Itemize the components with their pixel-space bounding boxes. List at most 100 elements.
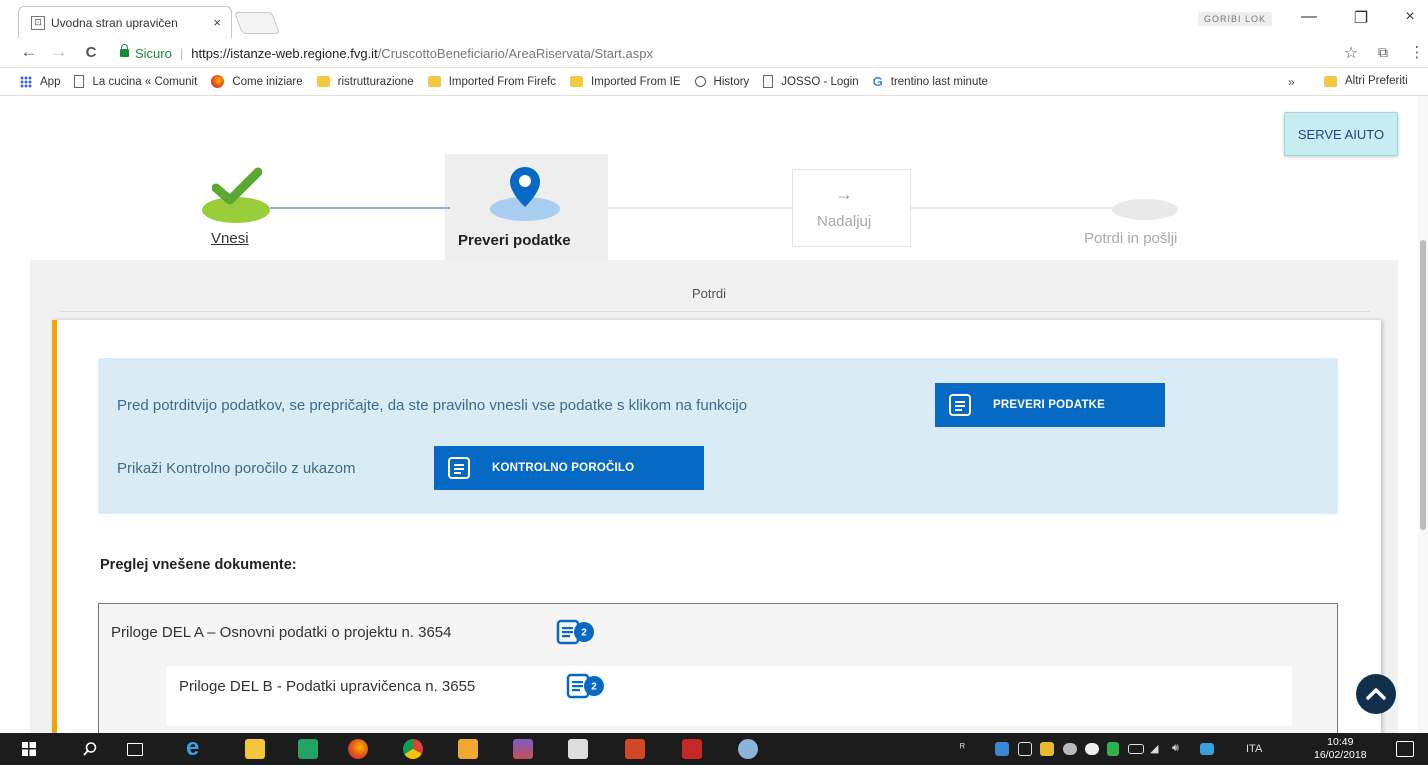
divider <box>60 311 1370 312</box>
location-pin-icon <box>510 167 540 207</box>
panel-title: Potrdi <box>692 286 726 301</box>
step-pending-base <box>1112 199 1178 220</box>
clock[interactable]: 10:49 16/02/2018 <box>1314 736 1367 762</box>
onedrive-icon[interactable] <box>1085 743 1099 755</box>
bookmark-item[interactable]: JOSSO - Login <box>763 75 859 88</box>
pdf-reader-icon[interactable] <box>682 739 702 759</box>
forward-icon[interactable]: → <box>48 42 70 62</box>
tab-close-icon[interactable]: × <box>213 15 221 30</box>
checkmark-icon <box>212 167 262 205</box>
window-close-icon[interactable]: × <box>1395 8 1425 26</box>
step-nadaljuj: Nadaljuj <box>817 213 872 230</box>
bookmark-item[interactable]: Imported From Firefc <box>427 75 557 88</box>
scrollbar-thumb[interactable] <box>1420 240 1426 530</box>
url-host: https://istanze-web.regione.fvg.it <box>191 45 378 61</box>
url-input[interactable]: Sicuro | https://istanze-web.regione.fvg… <box>112 42 1344 64</box>
maximize-icon[interactable]: ❐ <box>1346 8 1376 28</box>
button-label: PREVERI PODATKE <box>993 399 1106 411</box>
archive-app-icon[interactable] <box>458 739 478 759</box>
notifications-icon[interactable] <box>1396 741 1414 757</box>
bookmark-item[interactable]: La cucina « Comunit <box>74 75 197 88</box>
bookmark-item[interactable]: Imported From IE <box>570 75 681 88</box>
reload-icon[interactable]: C <box>80 44 102 61</box>
battery-icon[interactable] <box>1128 744 1144 754</box>
info-box <box>98 358 1338 514</box>
apps-grid-icon <box>20 75 32 88</box>
app-icon[interactable] <box>738 739 758 759</box>
url-path: /CruscottoBeneficiario/AreaRiservata/Sta… <box>377 45 653 61</box>
back-icon[interactable]: ← <box>18 42 40 62</box>
bookmark-label: Imported From Firefc <box>448 75 557 88</box>
people-icon[interactable]: ᴿ <box>960 742 965 754</box>
step-vnesi[interactable]: Vnesi <box>211 230 249 247</box>
chrome-icon[interactable] <box>403 739 423 759</box>
winrar-icon[interactable] <box>513 739 533 759</box>
step-connector <box>608 207 793 209</box>
minimize-icon[interactable]: — <box>1294 8 1324 26</box>
new-tab-button[interactable] <box>233 12 281 34</box>
tray-app-icon[interactable] <box>1040 742 1054 756</box>
folder-icon <box>427 76 441 87</box>
volume-icon[interactable]: 🔊︎ <box>1172 742 1179 755</box>
edge-browser-icon[interactable]: e <box>186 734 210 762</box>
bookmark-label: trentino last minute <box>890 75 988 88</box>
step-connector <box>911 207 1116 209</box>
step-connector <box>270 207 450 209</box>
bookmark-label: App <box>40 75 61 88</box>
mail-icon[interactable] <box>568 739 588 759</box>
input-language[interactable]: ITA <box>1246 743 1262 755</box>
windows-start-icon[interactable] <box>22 742 36 756</box>
tray-app-icon[interactable] <box>995 742 1009 756</box>
tray-app-icon[interactable] <box>1018 742 1032 756</box>
cloud-icon[interactable] <box>1063 743 1077 755</box>
documents-heading: Preglej vnešene dokumente: <box>100 557 297 573</box>
cast-icon[interactable]: ⧉ <box>1372 44 1394 61</box>
bookmark-other[interactable]: Altri Preferiti <box>1324 75 1408 87</box>
bookmark-label: Imported From IE <box>591 75 681 88</box>
bookmark-item[interactable]: History <box>694 75 750 88</box>
bookmarks-overflow-icon[interactable]: » <box>1288 75 1295 89</box>
page-icon <box>74 75 85 88</box>
attachments-badge-icon[interactable]: 2 <box>566 672 606 700</box>
bookmark-label: JOSSO - Login <box>781 75 859 88</box>
address-bar: ← → C Sicuro | https://istanze-web.regio… <box>0 38 1428 68</box>
step-nadaljuj-button[interactable] <box>792 169 911 247</box>
history-icon <box>694 76 706 87</box>
taskbar: e ᴿ ◢ 🔊︎ ITA 10:49 16/02/2018 <box>0 733 1428 765</box>
tray-flag-icon[interactable] <box>1200 743 1214 755</box>
task-view-icon[interactable] <box>127 743 143 756</box>
bookmark-star-icon[interactable]: ☆ <box>1340 43 1362 63</box>
wifi-icon[interactable]: ◢ <box>1150 742 1158 755</box>
search-icon[interactable] <box>82 741 98 757</box>
bookmark-item[interactable]: Come iniziare <box>211 75 303 88</box>
profile-button[interactable]: GORIBI LOK <box>1198 12 1272 26</box>
bookmark-label: History <box>713 75 750 88</box>
document-icon <box>949 394 971 416</box>
scroll-to-top-button[interactable] <box>1356 674 1396 714</box>
tray-app-icon[interactable] <box>1107 742 1119 756</box>
document-icon <box>448 457 470 479</box>
browser-tab[interactable]: ⊡ Uvodna stran upravičen × <box>18 6 232 38</box>
chrome-menu-icon[interactable]: ⋮ <box>1406 43 1428 61</box>
powerpoint-icon[interactable] <box>625 739 645 759</box>
clock-time: 10:49 <box>1327 736 1354 748</box>
bookmark-apps[interactable]: App <box>20 75 61 88</box>
kontrolno-porocilo-button[interactable]: KONTROLNO POROČILO <box>434 446 704 490</box>
page-favicon-icon: ⊡ <box>31 15 45 30</box>
preveri-podatke-button[interactable]: PREVERI PODATKE <box>935 383 1165 427</box>
attachments-badge-icon[interactable]: 2 <box>556 618 596 646</box>
tab-title: Uvodna stran upravičen <box>51 15 178 30</box>
excel-icon[interactable] <box>298 739 318 759</box>
info-text-report: Prikaži Kontrolno poročilo z ukazom <box>117 460 356 477</box>
folder-icon <box>1324 75 1337 87</box>
folder-icon <box>570 76 584 87</box>
bookmark-item[interactable]: G trentino last minute <box>873 75 988 88</box>
clock-date: 16/02/2018 <box>1314 749 1367 761</box>
chevron-up-icon <box>1366 688 1386 700</box>
page-icon <box>763 75 774 88</box>
bookmark-item[interactable]: ristrutturazione <box>316 76 414 88</box>
firefox-taskbar-icon[interactable] <box>348 739 368 759</box>
help-button[interactable]: SERVE AIUTO <box>1284 112 1398 156</box>
file-explorer-icon[interactable] <box>245 739 265 759</box>
bookmarks-bar: App La cucina « Comunit Come iniziare ri… <box>0 68 1428 96</box>
